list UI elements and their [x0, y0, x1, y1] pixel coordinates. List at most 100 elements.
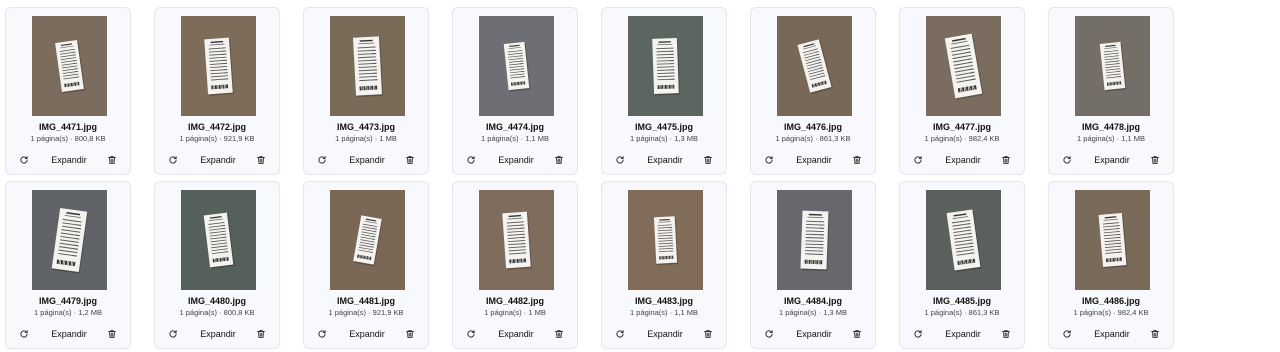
- trash-icon: [703, 155, 713, 165]
- rotate-button[interactable]: [165, 152, 181, 168]
- file-grid: IMG_4471.jpg 1 página(s) · 800,8 KB Expa…: [0, 0, 1280, 352]
- file-thumbnail[interactable]: [926, 16, 1001, 116]
- file-name: IMG_4485.jpg: [932, 296, 992, 306]
- rotate-button[interactable]: [463, 326, 479, 342]
- file-thumbnail[interactable]: [1075, 16, 1150, 116]
- expand-button[interactable]: Expandir: [933, 153, 993, 167]
- expand-button[interactable]: Expandir: [39, 153, 99, 167]
- delete-button[interactable]: [1147, 326, 1163, 342]
- file-thumbnail[interactable]: [32, 190, 107, 290]
- expand-button[interactable]: Expandir: [337, 327, 397, 341]
- file-card: IMG_4476.jpg 1 página(s) · 861,3 KB Expa…: [750, 7, 876, 175]
- rotate-button[interactable]: [16, 326, 32, 342]
- trash-icon: [1150, 329, 1160, 339]
- delete-button[interactable]: [253, 152, 269, 168]
- rotate-icon: [615, 329, 625, 339]
- trash-icon: [554, 155, 564, 165]
- trash-icon: [852, 155, 862, 165]
- file-thumbnail[interactable]: [479, 16, 554, 116]
- rotate-button[interactable]: [910, 152, 926, 168]
- expand-button[interactable]: Expandir: [188, 153, 248, 167]
- rotate-icon: [19, 329, 29, 339]
- file-thumbnail[interactable]: [1075, 190, 1150, 290]
- rotate-button[interactable]: [612, 326, 628, 342]
- card-actions: Expandir: [304, 326, 428, 342]
- rotate-button[interactable]: [1059, 326, 1075, 342]
- file-card: IMG_4479.jpg 1 página(s) · 1,2 MB Expand…: [5, 181, 131, 349]
- delete-button[interactable]: [1147, 152, 1163, 168]
- file-name: IMG_4478.jpg: [1081, 122, 1141, 132]
- file-thumbnail[interactable]: [479, 190, 554, 290]
- file-name: IMG_4483.jpg: [634, 296, 694, 306]
- trash-icon: [107, 155, 117, 165]
- delete-button[interactable]: [700, 326, 716, 342]
- rotate-button[interactable]: [314, 152, 330, 168]
- card-actions: Expandir: [1049, 326, 1173, 342]
- delete-button[interactable]: [104, 152, 120, 168]
- rotate-button[interactable]: [761, 326, 777, 342]
- delete-button[interactable]: [551, 326, 567, 342]
- expand-button[interactable]: Expandir: [784, 327, 844, 341]
- file-name: IMG_4473.jpg: [336, 122, 396, 132]
- file-meta: 1 página(s) · 800,8 KB: [30, 134, 106, 143]
- expand-button[interactable]: Expandir: [635, 327, 695, 341]
- file-card: IMG_4472.jpg 1 página(s) · 921,9 KB Expa…: [154, 7, 280, 175]
- file-thumbnail[interactable]: [181, 16, 256, 116]
- expand-button[interactable]: Expandir: [486, 327, 546, 341]
- delete-button[interactable]: [700, 152, 716, 168]
- rotate-icon: [466, 155, 476, 165]
- trash-icon: [405, 155, 415, 165]
- file-thumbnail[interactable]: [628, 16, 703, 116]
- expand-button[interactable]: Expandir: [39, 327, 99, 341]
- rotate-button[interactable]: [16, 152, 32, 168]
- expand-button[interactable]: Expandir: [188, 327, 248, 341]
- file-thumbnail[interactable]: [777, 190, 852, 290]
- card-actions: Expandir: [1049, 152, 1173, 168]
- delete-button[interactable]: [849, 326, 865, 342]
- rotate-button[interactable]: [165, 326, 181, 342]
- file-thumbnail[interactable]: [181, 190, 256, 290]
- expand-button[interactable]: Expandir: [486, 153, 546, 167]
- expand-button[interactable]: Expandir: [1082, 327, 1142, 341]
- file-thumbnail[interactable]: [330, 190, 405, 290]
- card-actions: Expandir: [453, 326, 577, 342]
- expand-button[interactable]: Expandir: [784, 153, 844, 167]
- rotate-button[interactable]: [761, 152, 777, 168]
- delete-button[interactable]: [402, 152, 418, 168]
- file-meta: 1 página(s) · 1,3 MB: [779, 308, 847, 317]
- trash-icon: [107, 329, 117, 339]
- expand-button[interactable]: Expandir: [933, 327, 993, 341]
- delete-button[interactable]: [998, 326, 1014, 342]
- rotate-icon: [1062, 329, 1072, 339]
- file-thumbnail[interactable]: [32, 16, 107, 116]
- file-name: IMG_4480.jpg: [187, 296, 247, 306]
- file-name: IMG_4475.jpg: [634, 122, 694, 132]
- file-thumbnail[interactable]: [777, 16, 852, 116]
- card-actions: Expandir: [155, 326, 279, 342]
- delete-button[interactable]: [402, 326, 418, 342]
- rotate-icon: [913, 155, 923, 165]
- delete-button[interactable]: [849, 152, 865, 168]
- delete-button[interactable]: [998, 152, 1014, 168]
- delete-button[interactable]: [253, 326, 269, 342]
- rotate-icon: [466, 329, 476, 339]
- rotate-icon: [913, 329, 923, 339]
- rotate-button[interactable]: [314, 326, 330, 342]
- trash-icon: [256, 329, 266, 339]
- rotate-button[interactable]: [910, 326, 926, 342]
- expand-button[interactable]: Expandir: [635, 153, 695, 167]
- file-thumbnail[interactable]: [628, 190, 703, 290]
- file-thumbnail[interactable]: [330, 16, 405, 116]
- rotate-button[interactable]: [1059, 152, 1075, 168]
- rotate-button[interactable]: [612, 152, 628, 168]
- delete-button[interactable]: [104, 326, 120, 342]
- expand-button[interactable]: Expandir: [1082, 153, 1142, 167]
- rotate-icon: [168, 155, 178, 165]
- file-thumbnail[interactable]: [926, 190, 1001, 290]
- card-actions: Expandir: [304, 152, 428, 168]
- rotate-button[interactable]: [463, 152, 479, 168]
- delete-button[interactable]: [551, 152, 567, 168]
- expand-button[interactable]: Expandir: [337, 153, 397, 167]
- file-card: IMG_4486.jpg 1 página(s) · 982,4 KB Expa…: [1048, 181, 1174, 349]
- file-meta: 1 página(s) · 1,2 MB: [34, 308, 102, 317]
